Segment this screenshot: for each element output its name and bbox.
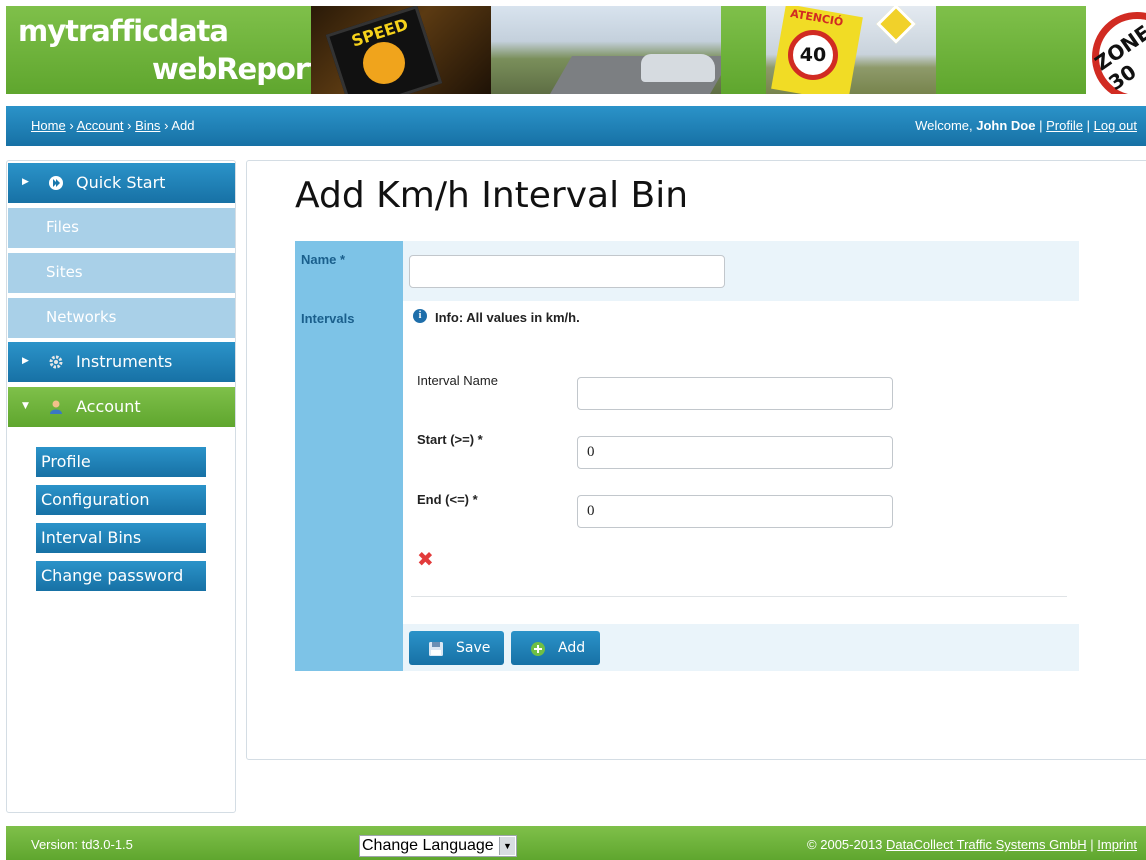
language-select[interactable]: Change Language ▼ [359, 835, 517, 857]
add-button[interactable]: Add [511, 631, 600, 665]
breadcrumb-bar: Home › Account › Bins › Add Welcome, Joh… [6, 106, 1146, 146]
sidebar-section-label: Account [76, 397, 141, 416]
atencio-sign-text: ATENCIÓ [789, 6, 845, 29]
breadcrumb: Home › Account › Bins › Add [31, 118, 194, 133]
sidebar-subitem-configuration[interactable]: Configuration [36, 485, 206, 515]
chevron-down-icon: ▼ [499, 837, 515, 855]
separator: | [1039, 118, 1043, 133]
sidebar-section-label: Instruments [76, 352, 173, 371]
breadcrumb-separator: › [127, 118, 132, 133]
chevron-right-icon: ▶ [22, 177, 29, 187]
divider [411, 596, 1067, 597]
end-label: End (<=) * [417, 492, 478, 507]
logo-line2: webReport [152, 52, 322, 86]
zone-sign-text: ZONE 30 [1090, 20, 1146, 94]
user-welcome: Welcome, John Doe | Profile | Log out [915, 118, 1137, 133]
user-name: John Doe [976, 118, 1036, 133]
breadcrumb-separator: › [69, 118, 74, 133]
breadcrumb-account-link[interactable]: Account [77, 118, 124, 133]
sidebar-item-sites[interactable]: Sites [8, 253, 235, 293]
header-banner: mytrafficdata webReport SPEED ATENCIÓ 40… [6, 6, 1146, 94]
form-label-column [295, 241, 403, 671]
sidebar-subitem-profile[interactable]: Profile [36, 447, 206, 477]
save-button-label: Save [456, 640, 491, 656]
version-text: Version: td3.0-1.5 [31, 837, 133, 852]
sidebar-item-files[interactable]: Files [8, 208, 235, 248]
intervals-label: Intervals [301, 311, 355, 326]
separator: | [1090, 837, 1094, 852]
car-image [641, 54, 715, 82]
sidebar-section-label: Quick Start [76, 173, 166, 192]
breadcrumb-separator: › [164, 118, 169, 133]
separator: | [1086, 118, 1090, 133]
welcome-text: Welcome, [915, 118, 973, 133]
imprint-link[interactable]: Imprint [1097, 837, 1137, 852]
start-input[interactable] [577, 436, 893, 469]
logo-line1: mytrafficdata [18, 14, 229, 48]
banner-photo-zone30: ZONE 30 [1086, 6, 1146, 94]
name-label: Name * [301, 252, 346, 267]
priority-road-sign [876, 6, 916, 44]
main-panel: Add Km/h Interval Bin Name * Intervals i… [246, 160, 1146, 760]
chevron-down-icon: ▼ [22, 401, 29, 411]
banner-photo-speed-limit: ATENCIÓ 40 [766, 6, 936, 94]
floppy-disk-icon [429, 642, 443, 656]
gear-icon [49, 355, 63, 369]
interval-name-label: Interval Name [417, 373, 498, 388]
info-text: Info: All values in km/h. [435, 310, 580, 325]
smiley-icon [363, 42, 405, 84]
user-icon [50, 400, 62, 414]
delete-interval-icon[interactable]: ✖ [417, 547, 434, 571]
logout-link[interactable]: Log out [1094, 118, 1137, 133]
sidebar: ▶ Quick Start Files Sites Networks ▶ Ins… [6, 160, 236, 813]
info-icon: i [413, 309, 427, 323]
save-button[interactable]: Save [409, 631, 504, 665]
footer: Version: td3.0-1.5 Change Language ▼ © 2… [6, 826, 1146, 860]
sidebar-section-account[interactable]: ▼ Account [8, 387, 235, 427]
page-title: Add Km/h Interval Bin [295, 175, 689, 216]
start-label: Start (>=) * [417, 432, 483, 447]
banner-photo-speed-sign: SPEED [311, 6, 491, 94]
profile-link[interactable]: Profile [1046, 118, 1083, 133]
breadcrumb-home-link[interactable]: Home [31, 118, 66, 133]
breadcrumb-bins-link[interactable]: Bins [135, 118, 160, 133]
copyright: © 2005-2013 DataCollect Traffic Systems … [807, 837, 1137, 852]
sidebar-item-networks[interactable]: Networks [8, 298, 235, 338]
sidebar-subitem-change-password[interactable]: Change password [36, 561, 206, 591]
sidebar-item-label: Sites [46, 263, 83, 281]
speed-limit-sign: 40 [788, 30, 838, 80]
chevron-right-icon: ▶ [22, 356, 29, 366]
sidebar-subitem-interval-bins[interactable]: Interval Bins [36, 523, 206, 553]
plus-circle-icon [531, 642, 545, 656]
sidebar-item-label: Networks [46, 308, 117, 326]
interval-name-input[interactable] [577, 377, 893, 410]
bin-form: Name * Intervals i Info: All values in k… [295, 241, 1079, 671]
button-row: Save Add [403, 624, 1079, 671]
company-link[interactable]: DataCollect Traffic Systems GmbH [886, 837, 1087, 852]
quick-start-icon [49, 176, 63, 190]
banner-photo-road [491, 6, 721, 94]
sidebar-section-quick-start[interactable]: ▶ Quick Start [8, 163, 235, 203]
add-button-label: Add [558, 640, 586, 656]
breadcrumb-current: Add [171, 118, 195, 133]
sidebar-section-instruments[interactable]: ▶ Instruments [8, 342, 235, 382]
language-select-value: Change Language [362, 837, 494, 854]
name-input[interactable] [409, 255, 725, 288]
end-input[interactable] [577, 495, 893, 528]
copyright-text: © 2005-2013 [807, 837, 883, 852]
sidebar-item-label: Files [46, 218, 79, 236]
